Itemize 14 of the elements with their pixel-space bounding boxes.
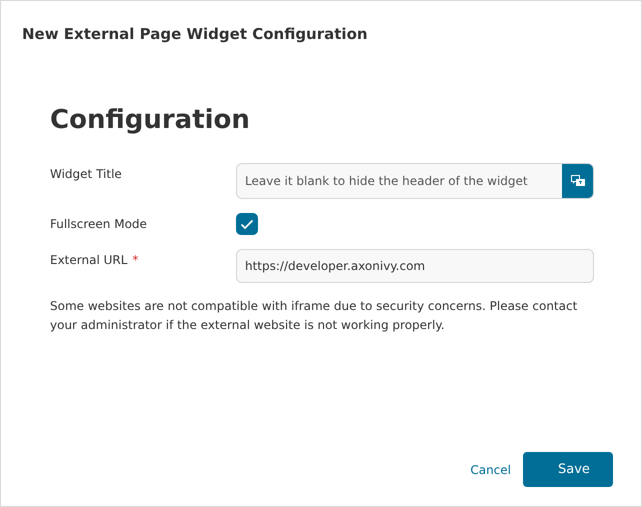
- section-heading: Configuration: [50, 105, 251, 135]
- required-mark: *: [132, 253, 138, 267]
- checkmark-icon: [240, 218, 254, 230]
- field-label: External URL: [50, 252, 128, 267]
- dialog-title: New External Page Widget Configuration: [21, 24, 369, 45]
- compatibility-note: Some websites are not compatible with iframe due to security concerns. Please contact your administrator if the external website is not working properly.: [50, 298, 578, 334]
- translate-button[interactable]: [562, 164, 593, 198]
- field-label: Widget Title: [50, 166, 122, 181]
- translate-icon: [570, 175, 584, 187]
- fullscreen-checkbox[interactable]: [236, 213, 258, 235]
- field-label: Fullscreen Mode: [50, 216, 147, 231]
- cancel-link[interactable]: Cancel: [470, 462, 511, 476]
- url-field[interactable]: https://developer.axonivy.com: [236, 249, 594, 283]
- save-button[interactable]: Save: [523, 452, 613, 487]
